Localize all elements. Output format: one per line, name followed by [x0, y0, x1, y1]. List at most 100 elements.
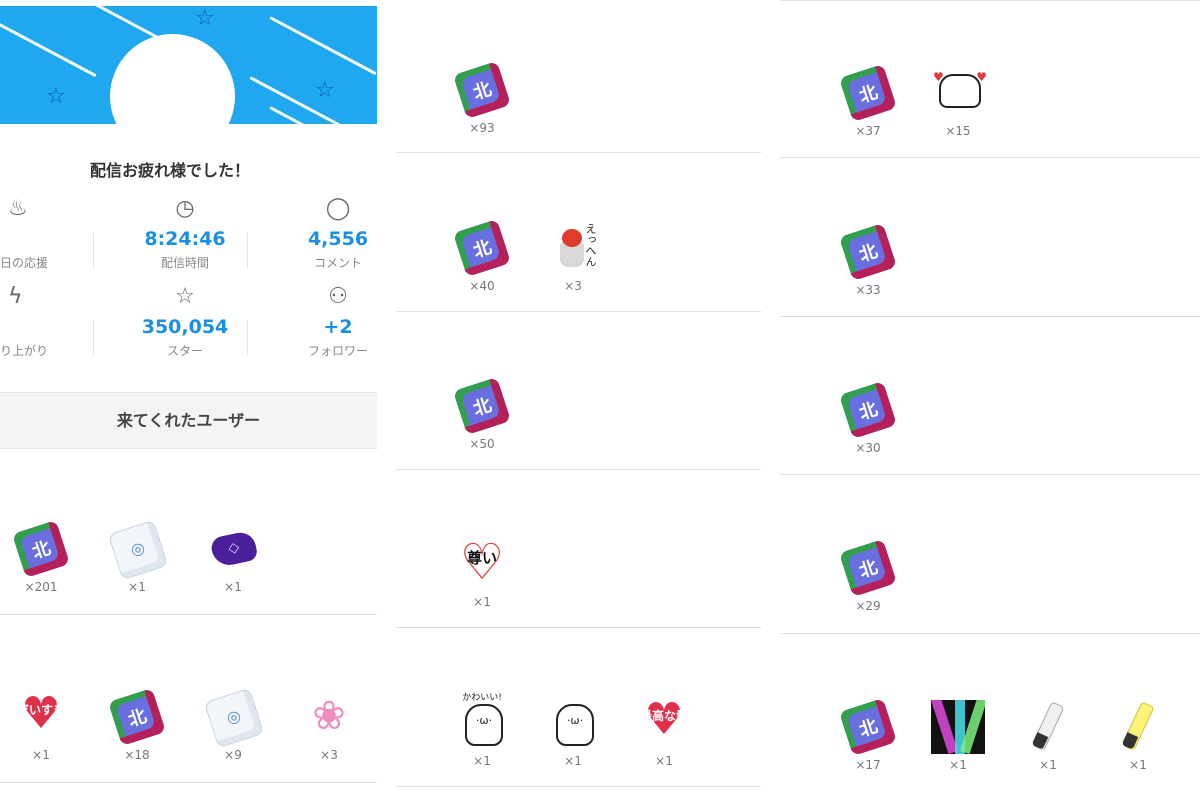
row-divider — [781, 474, 1200, 475]
stat-person: ⚇ +2 フォロワー — [263, 286, 377, 359]
gift-item[interactable]: 北 ×50 — [451, 377, 513, 451]
mahjong-dice-icon: 北 — [839, 64, 897, 122]
cat-sticker-icon: ·ω· — [546, 696, 600, 750]
gift-item[interactable]: ×1 — [927, 700, 989, 772]
stat-label: 日の応援 — [0, 256, 49, 270]
gift-count: ×1 — [473, 595, 491, 609]
heart-sticker-icon: ♥ 最高な愛 — [639, 694, 688, 745]
comment-icon: ◯ — [325, 196, 351, 221]
gift-count: ×33 — [855, 283, 881, 297]
stat-value: +2 — [323, 316, 353, 338]
row-divider — [781, 633, 1200, 634]
gift-item[interactable]: ·ω· ×1 — [542, 696, 604, 768]
gift-count: ×1 — [32, 748, 50, 762]
cushion-icon: ◇ — [206, 522, 260, 576]
row-divider — [397, 152, 761, 153]
row-divider — [397, 786, 761, 787]
gift-item[interactable]: ♡ 尊い ×1 — [451, 537, 513, 609]
row-divider — [781, 316, 1200, 317]
stat-label: コメント — [313, 256, 362, 270]
stat-value: 350,054 — [141, 316, 229, 338]
gift-count: ×1 — [128, 580, 146, 594]
stat-comment: ◯ 4,556 コメント — [263, 198, 377, 271]
gift-item[interactable]: ◇ ×1 — [202, 522, 264, 594]
gift-item[interactable]: 北 ×37 — [837, 64, 899, 138]
gift-item[interactable]: ×1 — [1017, 700, 1079, 772]
stat-value — [0, 316, 90, 340]
row-divider — [0, 614, 377, 615]
white-penlight-icon — [1021, 700, 1075, 754]
gift-list-panel-2: 北 ×93 北 ×40 えっへん ×3 北 ×50 ♡ 尊い ×1 ·ω· かわいい! ×1 ·ω· ×1 ♥ 最… — [397, 0, 761, 790]
row-divider — [397, 627, 761, 628]
stat-value — [0, 228, 90, 252]
mahjong-dice-icon: 北 — [453, 61, 511, 119]
mahjong-dice-icon: 北 — [108, 688, 166, 746]
gift-count: ×1 — [655, 754, 673, 768]
avatar[interactable] — [110, 34, 235, 124]
gift-count: ×1 — [564, 754, 582, 768]
stat-divider — [247, 320, 248, 356]
tengu-sticker-icon: えっへん — [546, 221, 600, 275]
gift-item[interactable]: ×1 — [1107, 700, 1169, 772]
gift-count: ×30 — [855, 441, 881, 455]
gift-item[interactable]: 北 ×201 — [10, 520, 72, 594]
gift-count: ×18 — [124, 748, 150, 762]
stat-value: 4,556 — [307, 228, 369, 250]
mahjong-dice-icon: 北 — [839, 223, 897, 281]
heart-sticker-icon: ♥ だいすき — [16, 688, 65, 739]
gift-count: ×17 — [855, 758, 881, 772]
mahjong-dice-icon: 北 — [839, 698, 897, 756]
stat-label: フォロワー — [307, 344, 368, 358]
gift-item[interactable]: 北 ×30 — [837, 381, 899, 455]
gift-count: ×1 — [224, 580, 242, 594]
mahjong-dice-icon: 北 — [839, 539, 897, 597]
gift-count: ×201 — [24, 580, 58, 594]
gift-item[interactable]: 北 ×33 — [837, 223, 899, 297]
gift-item[interactable]: ◎ ×1 — [106, 519, 169, 594]
clock-icon: ◷ — [175, 196, 195, 221]
gift-item[interactable]: ❀ ×3 — [298, 690, 360, 762]
stat-label: スター — [166, 344, 203, 358]
gift-item[interactable]: ◎ ×9 — [202, 687, 265, 762]
flame-icon: ♨ — [8, 196, 28, 221]
mahjong-dice-icon: 北 — [453, 219, 511, 277]
gift-count: ×1 — [1129, 758, 1147, 772]
row-divider — [781, 157, 1200, 158]
visitors-section-header: 来てくれたユーザー — [0, 392, 377, 449]
row-divider — [397, 311, 761, 312]
star-decoration-icon: ☆ — [46, 84, 66, 109]
cat-sticker-icon: ·ω· かわいい! — [455, 693, 509, 750]
star-decoration-icon: ☆ — [195, 6, 215, 31]
gift-item[interactable]: 北 ×93 — [451, 61, 513, 135]
page-title: 配信お疲れ様でした！ — [89, 161, 250, 180]
stat-flame: ♨ 日の応援 — [0, 198, 90, 271]
gift-list-panel-3: 北 ×37 ♥ ♥ ×15 北 ×33 北 ×30 北 ×29 北 ×17 ×1 ×1 ×1 — [781, 0, 1200, 790]
person-icon: ⚇ — [328, 284, 348, 309]
gift-item[interactable]: ♥ ♥ ×15 — [927, 66, 989, 138]
gift-count: ×37 — [855, 124, 881, 138]
gift-count: ×9 — [224, 748, 242, 762]
star-icon: ☆ — [175, 284, 195, 309]
gift-count: ×3 — [320, 748, 338, 762]
profile-banner: ☆ ☆ ☆ — [0, 6, 377, 124]
bolt-icon: ϟ — [8, 284, 23, 309]
cat-hearts-icon: ♥ ♥ — [931, 66, 987, 120]
row-divider — [0, 782, 377, 783]
star-decoration-icon: ☆ — [315, 78, 335, 103]
gift-count: ×15 — [945, 124, 971, 138]
white-dice-icon: ◎ — [203, 687, 265, 749]
stage-lights-icon — [931, 700, 985, 754]
gift-count: ×3 — [564, 279, 582, 293]
gift-item[interactable]: えっへん ×3 — [542, 221, 604, 293]
gift-item[interactable]: 北 ×18 — [106, 688, 168, 762]
yellow-penlight-icon — [1111, 700, 1165, 754]
stat-bolt: ϟ り上がり — [0, 286, 90, 359]
gift-item[interactable]: 北 ×40 — [451, 219, 513, 293]
gift-item[interactable]: ·ω· かわいい! ×1 — [451, 693, 513, 768]
gift-item[interactable]: ♥ 最高な愛 ×1 — [633, 694, 695, 769]
gift-item[interactable]: 北 ×17 — [837, 698, 899, 772]
gift-item[interactable]: 北 ×29 — [837, 539, 899, 613]
gift-item[interactable]: ♥ だいすき ×1 — [10, 688, 72, 763]
stat-value: 8:24:46 — [144, 228, 226, 250]
row-divider — [781, 0, 1200, 1]
